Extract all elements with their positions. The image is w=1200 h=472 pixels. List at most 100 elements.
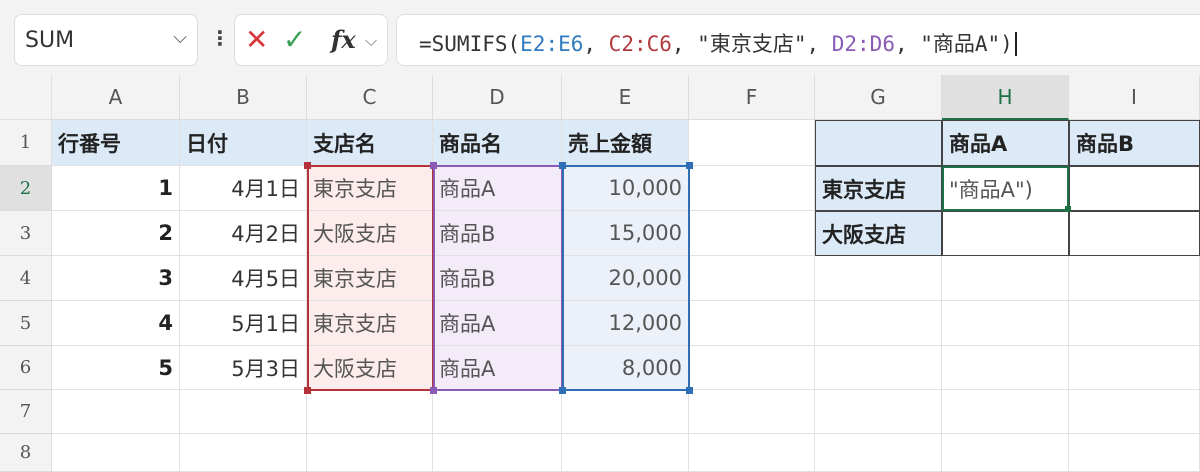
cell-G1[interactable] xyxy=(815,120,942,166)
column-header-C[interactable]: C xyxy=(307,75,433,120)
cell-C2[interactable]: 東京支店 xyxy=(307,166,433,211)
row-header-8[interactable]: 8 xyxy=(0,434,52,472)
cell-H5[interactable] xyxy=(942,301,1069,346)
cell-C3[interactable]: 大阪支店 xyxy=(307,211,433,256)
resize-handle[interactable] xyxy=(304,162,311,169)
row-header-3[interactable]: 3 xyxy=(0,211,52,256)
cell-C7[interactable] xyxy=(307,390,433,434)
row-header-1[interactable]: 1 xyxy=(0,120,52,166)
cell-H8[interactable] xyxy=(942,434,1069,472)
cell-D6[interactable]: 商品A xyxy=(433,346,562,390)
cell-H3[interactable] xyxy=(942,211,1069,256)
resize-handle[interactable] xyxy=(686,162,693,169)
cell-G4[interactable] xyxy=(815,256,942,301)
cell-D2[interactable]: 商品A xyxy=(433,166,562,211)
cell-I2[interactable] xyxy=(1069,166,1200,211)
column-header-G[interactable]: G xyxy=(815,75,942,120)
cell-A2[interactable]: 1 xyxy=(52,166,180,211)
cell-I6[interactable] xyxy=(1069,346,1200,390)
cell-E7[interactable] xyxy=(562,390,689,434)
check-icon[interactable]: ✓ xyxy=(283,23,306,56)
cancel-icon[interactable]: ✕ xyxy=(245,23,268,56)
cell-D4[interactable]: 商品B xyxy=(433,256,562,301)
chevron-down-icon[interactable]: ⌵ xyxy=(173,27,187,48)
formula-input[interactable]: =SUMIFS(E2:E6, C2:C6, "東京支店", D2:D6, "商品… xyxy=(396,14,1200,66)
cell-B7[interactable] xyxy=(180,390,307,434)
cell-C6[interactable]: 大阪支店 xyxy=(307,346,433,390)
cell-G2[interactable]: 東京支店 xyxy=(815,166,942,211)
cell-H2[interactable]: "商品A") xyxy=(942,166,1069,211)
cell-I7[interactable] xyxy=(1069,390,1200,434)
cell-C8[interactable] xyxy=(307,434,433,472)
more-options-icon[interactable]: ⋮ xyxy=(210,26,230,50)
cell-F8[interactable] xyxy=(689,434,815,472)
column-header-I[interactable]: I xyxy=(1069,75,1200,120)
cell-B3[interactable]: 4月2日 xyxy=(180,211,307,256)
name-box[interactable]: SUM ⌵ xyxy=(14,14,198,66)
cell-E3[interactable]: 15,000 xyxy=(562,211,689,256)
cell-D7[interactable] xyxy=(433,390,562,434)
cell-G7[interactable] xyxy=(815,390,942,434)
cell-F3[interactable] xyxy=(689,211,815,256)
select-all-button[interactable] xyxy=(0,75,52,120)
cell-A1[interactable]: 行番号 xyxy=(52,120,180,166)
cell-C1[interactable]: 支店名 xyxy=(307,120,433,166)
column-header-A[interactable]: A xyxy=(52,75,180,120)
column-header-F[interactable]: F xyxy=(689,75,815,120)
fill-handle[interactable] xyxy=(1065,206,1071,212)
cell-G5[interactable] xyxy=(815,301,942,346)
resize-handle[interactable] xyxy=(430,387,437,394)
cell-H4[interactable] xyxy=(942,256,1069,301)
cell-E4[interactable]: 20,000 xyxy=(562,256,689,301)
cell-F2[interactable] xyxy=(689,166,815,211)
cell-F4[interactable] xyxy=(689,256,815,301)
cell-E1[interactable]: 売上金額 xyxy=(562,120,689,166)
cell-H1[interactable]: 商品A xyxy=(942,120,1069,166)
cell-A3[interactable]: 2 xyxy=(52,211,180,256)
column-header-E[interactable]: E xyxy=(562,75,689,120)
resize-handle[interactable] xyxy=(430,162,437,169)
insert-function-button[interactable]: fx xyxy=(331,25,356,54)
cell-A8[interactable] xyxy=(52,434,180,472)
row-header-2[interactable]: 2 xyxy=(0,166,52,211)
cell-E6[interactable]: 8,000 xyxy=(562,346,689,390)
cell-D3[interactable]: 商品B xyxy=(433,211,562,256)
cell-B5[interactable]: 5月1日 xyxy=(180,301,307,346)
cell-C5[interactable]: 東京支店 xyxy=(307,301,433,346)
cell-B4[interactable]: 4月5日 xyxy=(180,256,307,301)
cell-H6[interactable] xyxy=(942,346,1069,390)
row-header-5[interactable]: 5 xyxy=(0,301,52,346)
cell-I5[interactable] xyxy=(1069,301,1200,346)
cell-E8[interactable] xyxy=(562,434,689,472)
row-header-6[interactable]: 6 xyxy=(0,346,52,390)
cell-A6[interactable]: 5 xyxy=(52,346,180,390)
cell-F1[interactable] xyxy=(689,120,815,166)
cell-I4[interactable] xyxy=(1069,256,1200,301)
cell-B2[interactable]: 4月1日 xyxy=(180,166,307,211)
cell-E5[interactable]: 12,000 xyxy=(562,301,689,346)
cell-E2[interactable]: 10,000 xyxy=(562,166,689,211)
cell-A4[interactable]: 3 xyxy=(52,256,180,301)
cell-G6[interactable] xyxy=(815,346,942,390)
cell-G8[interactable] xyxy=(815,434,942,472)
cell-D8[interactable] xyxy=(433,434,562,472)
cell-F5[interactable] xyxy=(689,301,815,346)
resize-handle[interactable] xyxy=(304,387,311,394)
row-header-7[interactable]: 7 xyxy=(0,390,52,434)
cell-F7[interactable] xyxy=(689,390,815,434)
cell-I1[interactable]: 商品B xyxy=(1069,120,1200,166)
cell-B1[interactable]: 日付 xyxy=(180,120,307,166)
chevron-down-icon[interactable]: ⌵ xyxy=(365,31,377,51)
cell-I3[interactable] xyxy=(1069,211,1200,256)
cell-H7[interactable] xyxy=(942,390,1069,434)
cell-I8[interactable] xyxy=(1069,434,1200,472)
cell-B8[interactable] xyxy=(180,434,307,472)
cell-F6[interactable] xyxy=(689,346,815,390)
resize-handle[interactable] xyxy=(559,387,566,394)
cell-D5[interactable]: 商品A xyxy=(433,301,562,346)
resize-handle[interactable] xyxy=(559,162,566,169)
cell-A7[interactable] xyxy=(52,390,180,434)
resize-handle[interactable] xyxy=(686,387,693,394)
cell-G3[interactable]: 大阪支店 xyxy=(815,211,942,256)
column-header-D[interactable]: D xyxy=(433,75,562,120)
